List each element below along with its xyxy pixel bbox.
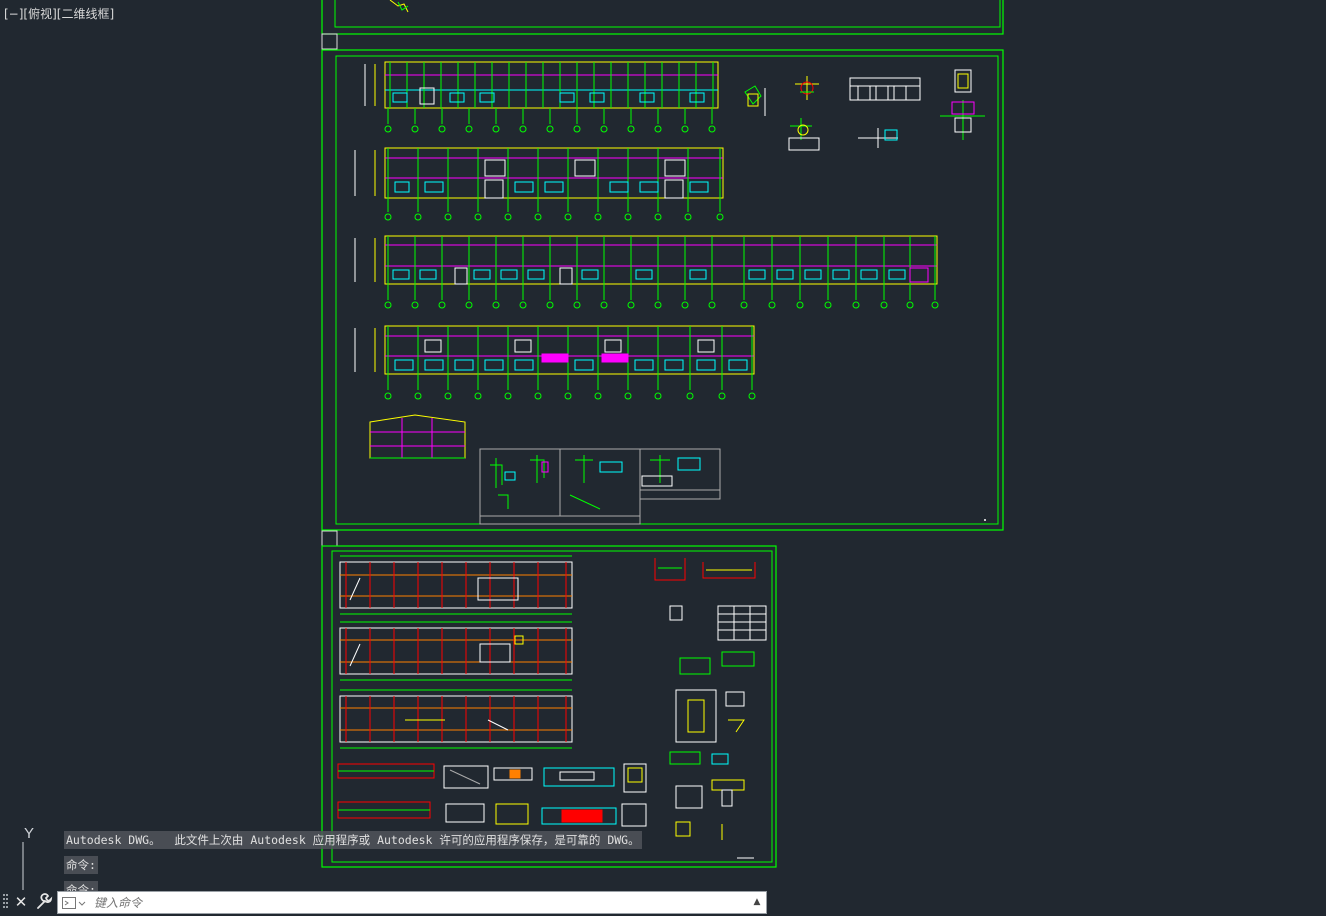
bottom-right-details: [654, 558, 767, 859]
elevation-2: [354, 147, 724, 221]
elevation-4: [354, 325, 756, 400]
sheet-end-marker: [984, 519, 986, 521]
drawing-canvas[interactable]: [0, 0, 1326, 916]
section-elevation: [369, 414, 466, 459]
sheet-corner-marker: [321, 530, 338, 547]
foundation-plan-1: [339, 555, 573, 615]
foundation-plan-3: [339, 689, 573, 749]
drawing-sheet-bottom: [321, 545, 777, 868]
command-prompt-icon[interactable]: [62, 896, 86, 910]
sheet-corner-marker: [321, 33, 338, 50]
node-details-table: [479, 448, 721, 525]
command-history-line: 命令:: [64, 856, 98, 874]
foundation-details: [337, 763, 647, 827]
foundation-plan-2: [339, 621, 573, 681]
command-input-wrapper: ▲: [57, 891, 767, 914]
grip-handle-icon[interactable]: [3, 893, 9, 911]
close-icon[interactable]: ✕: [13, 893, 29, 911]
drawing-sheet-top: [321, 0, 1004, 35]
connection-details: [744, 69, 985, 151]
wrench-icon[interactable]: [35, 893, 53, 911]
drawing-sheet-middle: [321, 49, 1004, 531]
command-line-bar: ✕ ▲: [0, 889, 770, 916]
elevation-3: [354, 235, 939, 309]
elevation-1: [364, 61, 719, 133]
command-input[interactable]: [94, 892, 744, 913]
ucs-y-label: Y: [24, 825, 34, 842]
ucs-axis-icon: Y: [22, 825, 34, 890]
command-history-line: Autodesk DWG。 此文件上次由 Autodesk 应用程序或 Auto…: [64, 831, 642, 849]
chevron-up-icon[interactable]: ▲: [751, 895, 763, 909]
